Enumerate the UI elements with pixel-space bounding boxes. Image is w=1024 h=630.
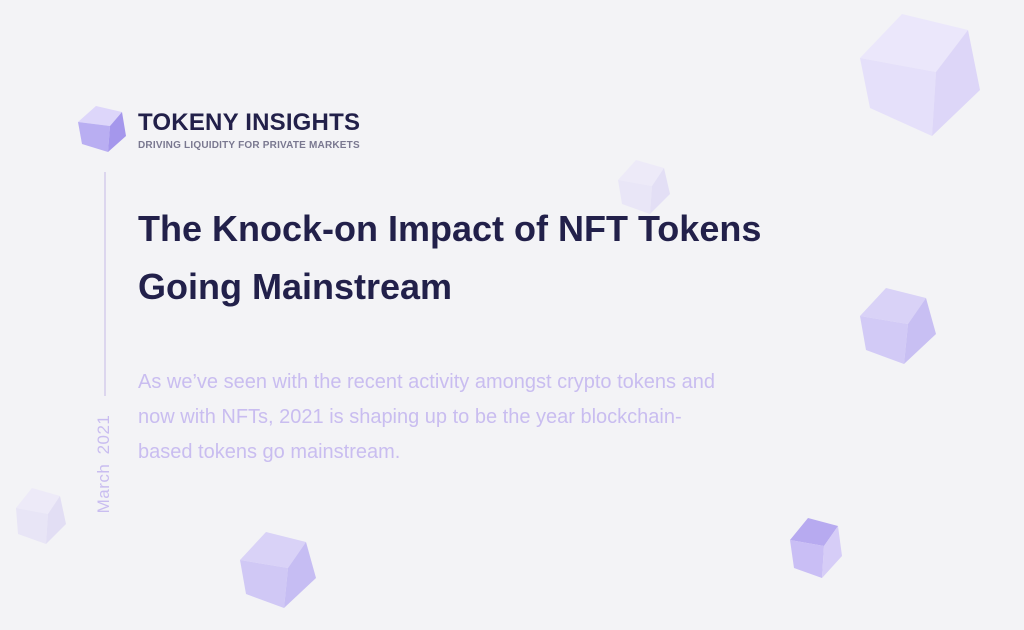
cube-icon — [856, 14, 984, 138]
brand-text: TOKENY INSIGHTS DRIVING LIQUIDITY FOR PR… — [138, 109, 360, 151]
banner-canvas: TOKENY INSIGHTS DRIVING LIQUIDITY FOR PR… — [0, 0, 1024, 630]
cube-icon — [236, 532, 318, 610]
cube-logo-icon[interactable] — [76, 106, 128, 154]
article-date: March 2021 — [94, 414, 113, 514]
article-excerpt: As we’ve seen with the recent activity a… — [138, 371, 715, 463]
cube-icon — [856, 288, 938, 366]
brand-header: TOKENY INSIGHTS DRIVING LIQUIDITY FOR PR… — [76, 106, 360, 154]
article-headline[interactable]: The Knock-on Impact of NFT Tokens Going … — [138, 200, 798, 316]
cube-icon — [12, 488, 68, 546]
cube-icon — [786, 518, 844, 580]
brand-tagline: DRIVING LIQUIDITY FOR PRIVATE MARKETS — [138, 140, 360, 151]
brand-title[interactable]: TOKENY INSIGHTS — [138, 109, 360, 137]
timeline-divider — [104, 172, 106, 396]
